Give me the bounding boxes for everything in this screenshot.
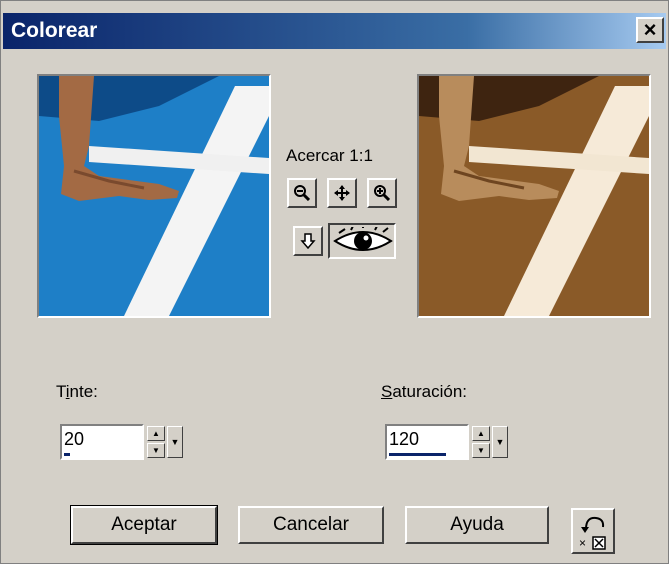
zoom-out-button[interactable] (287, 178, 317, 208)
colorize-dialog: Colorear × Acercar 1:1 Tinte: 20 ▲ ▼ ▼ S… (0, 0, 669, 564)
tint-field[interactable] (60, 424, 144, 460)
saturation-field[interactable] (385, 424, 469, 460)
pan-icon (334, 185, 350, 201)
undo-reset-icon: × (579, 516, 606, 550)
saturation-input[interactable] (389, 429, 465, 450)
tint-spinner[interactable]: ▲ ▼ ▼ (60, 424, 200, 462)
eye-icon (333, 227, 393, 251)
tint-input[interactable] (64, 429, 140, 450)
help-button[interactable]: Ayuda (405, 506, 549, 544)
close-button[interactable]: × (636, 17, 664, 43)
tint-level-bar (64, 453, 71, 456)
svg-text:×: × (579, 536, 586, 550)
arrow-down-icon (300, 233, 316, 249)
saturation-arrows: ▲ ▼ (472, 426, 490, 458)
tint-decrement-button[interactable]: ▼ (147, 443, 165, 458)
cancel-button[interactable]: Cancelar (238, 506, 384, 544)
preview-after-image (419, 76, 649, 316)
saturation-label-hotkey: S (381, 382, 393, 401)
tint-arrows: ▲ ▼ (147, 426, 165, 458)
tint-dropdown-button[interactable]: ▼ (167, 426, 183, 458)
reset-button[interactable]: × (571, 508, 615, 554)
title-bar[interactable]: Colorear × (3, 13, 666, 49)
saturation-label-suffix: aturación: (392, 382, 468, 401)
saturation-decrement-button[interactable]: ▼ (472, 443, 490, 458)
tint-label-prefix: T (56, 382, 66, 401)
preview-after[interactable] (417, 74, 651, 318)
zoom-out-icon (294, 185, 310, 201)
locate-button[interactable] (293, 226, 323, 256)
tint-increment-button[interactable]: ▲ (147, 426, 165, 441)
saturation-dropdown-button[interactable]: ▼ (492, 426, 508, 458)
zoom-level-label: Acercar 1:1 (286, 146, 373, 165)
preview-toggle-button[interactable] (328, 223, 396, 259)
ok-button[interactable]: Aceptar (70, 505, 218, 545)
preview-before-image (39, 76, 269, 316)
saturation-label: Saturación: (381, 382, 467, 402)
zoom-in-icon (374, 185, 390, 201)
saturation-spinner[interactable]: ▲ ▼ ▼ (385, 424, 525, 462)
preview-before[interactable] (37, 74, 271, 318)
tint-label-suffix: nte: (69, 382, 98, 401)
dialog-title: Colorear (11, 19, 98, 42)
saturation-increment-button[interactable]: ▲ (472, 426, 490, 441)
saturation-level-bar (389, 453, 446, 456)
tint-label: Tinte: (56, 382, 98, 402)
pan-button[interactable] (327, 178, 357, 208)
zoom-in-button[interactable] (367, 178, 397, 208)
